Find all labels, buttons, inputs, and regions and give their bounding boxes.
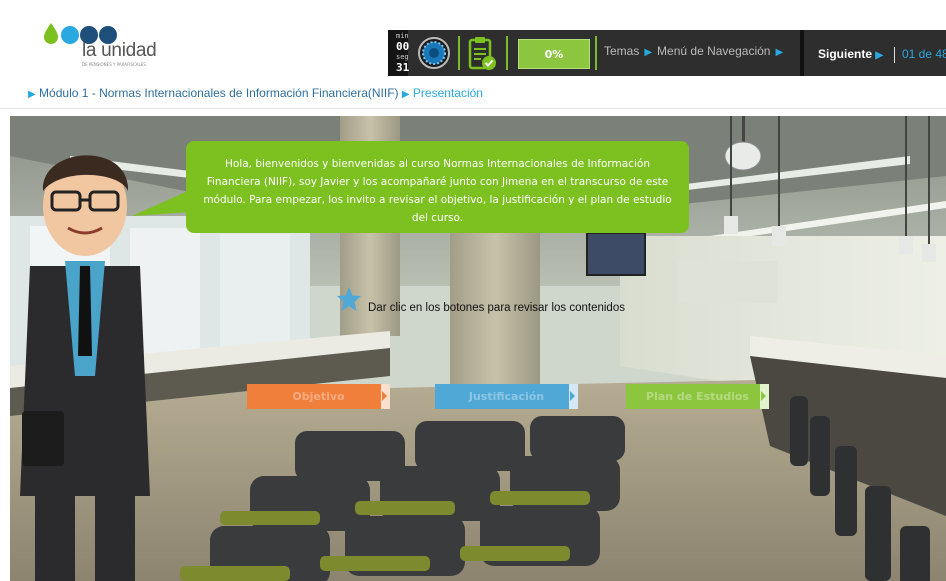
arrow-right-icon: ▶ bbox=[644, 47, 653, 58]
arrow-right-icon bbox=[569, 384, 578, 409]
breadcrumb: ▶ Módulo 1 - Normas Internacionales de I… bbox=[28, 86, 483, 100]
timer-seg-label: seg bbox=[396, 53, 409, 61]
toolbar-divider bbox=[458, 36, 460, 70]
star-icon bbox=[337, 287, 361, 311]
topics-link[interactable]: Temas bbox=[604, 44, 639, 58]
arrow-right-icon bbox=[381, 384, 390, 409]
toolbar-divider bbox=[506, 36, 508, 70]
breadcrumb-section: Presentación bbox=[412, 86, 483, 100]
arrow-right-icon bbox=[760, 384, 769, 409]
next-label: Siguiente bbox=[818, 47, 873, 61]
divider bbox=[0, 108, 946, 109]
stopwatch-icon bbox=[418, 37, 450, 69]
justificacion-button[interactable]: Justificación bbox=[435, 384, 578, 409]
instruction-text: Dar clic en los botones para revisar los… bbox=[368, 302, 625, 314]
logo-tagline: DE PENSIONES Y PARAFISCALES bbox=[82, 62, 146, 67]
justificacion-button-label: Justificación bbox=[468, 390, 545, 403]
timer-seg-value: 31 bbox=[396, 61, 410, 74]
toolbar-divider bbox=[595, 36, 597, 70]
toolbar-divider bbox=[800, 30, 804, 76]
page-counter: 01 de 48 bbox=[894, 47, 946, 63]
course-page: la unidad DE PENSIONES Y PARAFISCALES mi… bbox=[0, 0, 946, 581]
speech-bubble-tail-icon bbox=[132, 190, 190, 216]
logo-wordmark: la unidad bbox=[82, 40, 157, 61]
logo: la unidad DE PENSIONES Y PARAFISCALES bbox=[40, 18, 180, 68]
timer-min-value: 00 bbox=[396, 40, 410, 53]
counter-divider bbox=[894, 47, 895, 63]
breadcrumb-module[interactable]: Módulo 1 - Normas Internacionales de Inf… bbox=[39, 86, 398, 100]
header: la unidad DE PENSIONES Y PARAFISCALES mi… bbox=[0, 0, 946, 78]
clipboard-check-icon[interactable] bbox=[467, 35, 497, 71]
plan-button-label: Plan de Estudios bbox=[646, 390, 749, 403]
topics-nav: Temas ▶ Menú de Navegación ▶ bbox=[604, 44, 788, 58]
arrow-right-icon: ▶ bbox=[28, 89, 36, 100]
arrow-right-icon: ▶ bbox=[775, 47, 784, 58]
timer: min 00 seg 31 bbox=[388, 30, 410, 76]
plan-de-estudios-button[interactable]: Plan de Estudios bbox=[626, 384, 769, 409]
nav-menu-link[interactable]: Menú de Navegación bbox=[657, 44, 770, 58]
progress-bar: 0% bbox=[518, 39, 590, 69]
objetivo-button[interactable]: Objetivo bbox=[247, 384, 390, 409]
timer-min-label: min bbox=[396, 32, 409, 40]
next-button[interactable]: Siguiente ▶ bbox=[818, 47, 883, 61]
arrow-right-icon: ▶ bbox=[875, 50, 884, 61]
course-toolbar: min 00 seg 31 0% Temas ▶ Menú de Navegac… bbox=[388, 30, 946, 76]
progress-label: 0% bbox=[544, 47, 564, 61]
objetivo-button-label: Objetivo bbox=[292, 390, 345, 403]
arrow-right-icon: ▶ bbox=[401, 89, 410, 100]
page-counter-text: 01 de 48 bbox=[902, 47, 946, 62]
speech-bubble: Hola, bienvenidos y bienvenidas al curso… bbox=[186, 141, 689, 233]
speech-bubble-text: Hola, bienvenidos y bienvenidas al curso… bbox=[203, 158, 672, 224]
